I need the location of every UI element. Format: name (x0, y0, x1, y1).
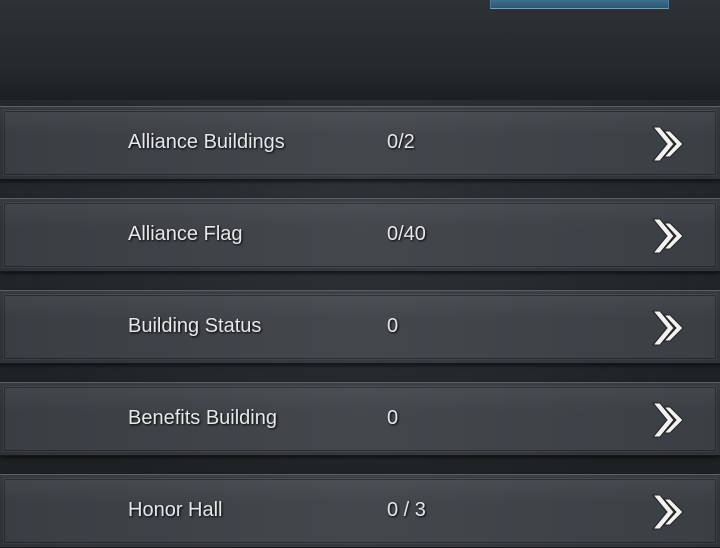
row-value: 0 (387, 407, 399, 429)
row-value: 0/40 (387, 223, 426, 245)
row-value: 0 (387, 315, 399, 337)
row-alliance-buildings[interactable]: Alliance Buildings 0/2 (0, 106, 720, 180)
header-area (0, 0, 720, 100)
header-banner (490, 0, 669, 9)
row-alliance-flag[interactable]: Alliance Flag 0/40 (0, 198, 720, 272)
double-chevron-right-icon[interactable] (650, 307, 686, 349)
double-chevron-right-icon[interactable] (650, 123, 686, 165)
row-label: Benefits Building (128, 407, 277, 429)
row-value: 0 / 3 (387, 499, 426, 521)
row-label: Building Status (128, 315, 262, 337)
row-label: Honor Hall (128, 499, 223, 521)
row-benefits-building[interactable]: Benefits Building 0 (0, 382, 720, 456)
row-label: Alliance Buildings (128, 131, 285, 153)
double-chevron-right-icon[interactable] (650, 215, 686, 257)
double-chevron-right-icon[interactable] (650, 491, 686, 533)
row-value: 0/2 (387, 131, 415, 153)
row-honor-hall[interactable]: Honor Hall 0 / 3 (0, 474, 720, 548)
double-chevron-right-icon[interactable] (650, 399, 686, 441)
row-building-status[interactable]: Building Status 0 (0, 290, 720, 364)
row-label: Alliance Flag (128, 223, 243, 245)
